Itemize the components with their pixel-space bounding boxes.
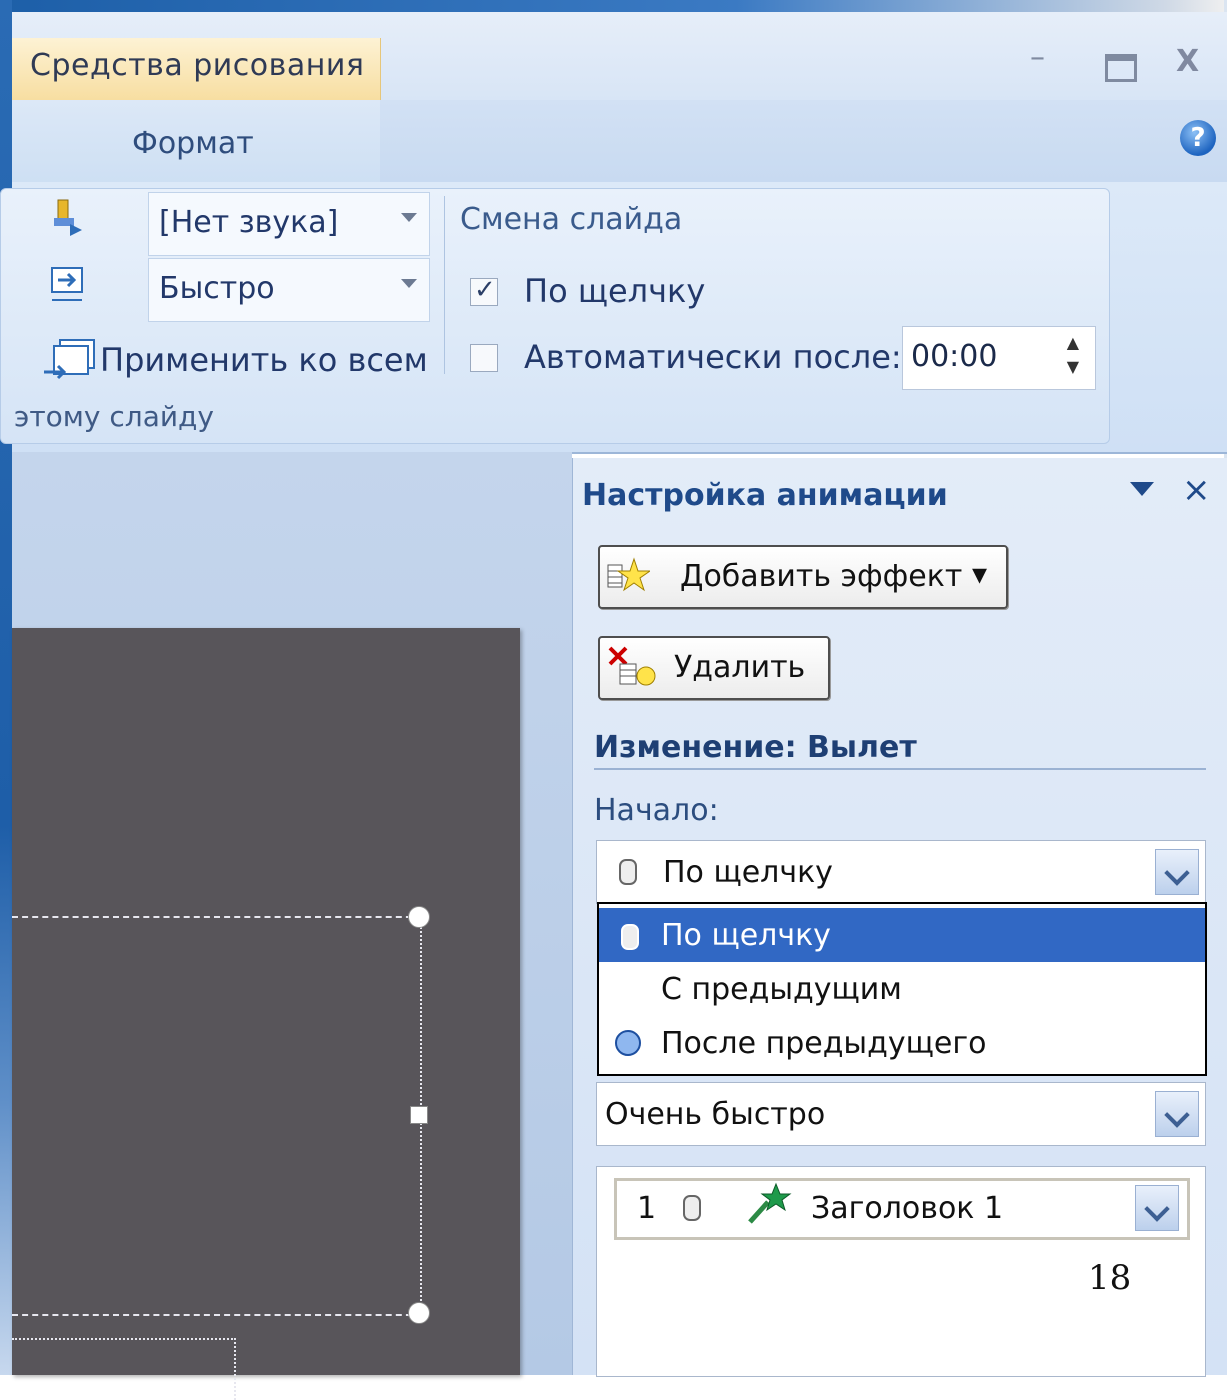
auto-after-label[interactable]: Автоматически после: xyxy=(524,338,902,376)
sound-value: [Нет звука] xyxy=(159,205,339,240)
speed-dropdown-value: Очень быстро xyxy=(605,1097,826,1132)
resize-handle[interactable] xyxy=(410,1106,428,1124)
list-item[interactable]: С предыдущим xyxy=(599,962,1205,1016)
option-label: С предыдущим xyxy=(661,972,902,1007)
start-dropdown[interactable]: По щелчку xyxy=(596,840,1206,904)
tab-format-label[interactable]: Формат xyxy=(132,126,254,161)
start-value: По щелчку xyxy=(663,855,833,890)
chevron-down-icon xyxy=(401,213,417,222)
auto-after-checkbox[interactable] xyxy=(470,344,498,372)
pane-title: Настройка анимации xyxy=(582,478,948,513)
start-options-list: По щелчку С предыдущим После предыдущего xyxy=(597,902,1207,1076)
group-label: этому слайду xyxy=(14,400,214,433)
help-icon[interactable]: ? xyxy=(1180,120,1216,156)
clock-icon xyxy=(615,1030,641,1056)
pane-menu-icon[interactable] xyxy=(1130,482,1154,496)
spin-down-icon[interactable]: ▼ xyxy=(1067,357,1079,376)
chevron-down-icon[interactable] xyxy=(1155,849,1199,895)
speed-value: Быстро xyxy=(159,271,275,306)
option-label: По щелчку xyxy=(661,918,831,953)
delete-label: Удалить xyxy=(674,650,806,685)
add-effect-button[interactable]: Добавить эффект ▾ xyxy=(598,545,1008,609)
speed-icon xyxy=(48,262,88,317)
speed-dropdown[interactable]: Очень быстро xyxy=(596,1082,1206,1146)
on-click-label[interactable]: По щелчку xyxy=(524,272,705,310)
chevron-down-icon xyxy=(401,279,417,288)
spin-up-icon[interactable]: ▲ xyxy=(1067,333,1079,352)
resize-handle[interactable] xyxy=(408,1302,430,1324)
context-tab-label: Средства рисования xyxy=(30,48,365,83)
resize-handle[interactable] xyxy=(408,906,430,928)
apply-all-icon xyxy=(40,336,100,388)
group-divider xyxy=(444,196,445,374)
star-icon xyxy=(606,555,652,603)
add-effect-label: Добавить эффект xyxy=(680,559,963,594)
sound-combo[interactable]: [Нет звука] xyxy=(148,192,430,256)
delete-button[interactable]: Удалить xyxy=(598,636,830,700)
apply-to-all-label: Применить ко всем xyxy=(100,341,428,379)
chevron-down-icon[interactable] xyxy=(1155,1091,1199,1137)
chevron-down-icon[interactable] xyxy=(1135,1185,1179,1231)
pane-close-icon[interactable]: × xyxy=(1182,470,1211,510)
close-button[interactable]: X xyxy=(1176,44,1199,79)
chevron-down-icon: ▾ xyxy=(972,557,988,592)
maximize-button[interactable] xyxy=(1105,54,1137,82)
auto-after-time-field[interactable]: 00:00 ▲ ▼ xyxy=(902,326,1096,390)
start-label: Начало: xyxy=(594,793,719,828)
mouse-icon xyxy=(619,859,637,885)
fly-in-effect-icon xyxy=(746,1182,792,1235)
table-row[interactable]: 1 Заголовок 1 xyxy=(614,1178,1190,1240)
mouse-icon xyxy=(683,1195,701,1221)
window-frame-top xyxy=(0,0,1227,12)
apply-to-all-button[interactable]: Применить ко всем xyxy=(40,336,428,388)
sequence-number: 1 xyxy=(637,1191,657,1226)
auto-after-time-value: 00:00 xyxy=(911,339,998,374)
sequence-name: Заголовок 1 xyxy=(811,1191,1004,1226)
minimize-button[interactable]: – xyxy=(1030,40,1045,75)
mouse-icon xyxy=(621,924,639,950)
list-item[interactable]: После предыдущего xyxy=(599,1016,1205,1070)
delete-icon xyxy=(606,644,658,698)
text-placeholder[interactable] xyxy=(12,1338,236,1400)
modify-section-title: Изменение: Вылет xyxy=(594,730,917,765)
section-divider xyxy=(594,768,1206,770)
on-click-checkbox[interactable] xyxy=(470,275,498,306)
slide-change-title: Смена слайда xyxy=(460,202,683,237)
list-item[interactable]: По щелчку xyxy=(599,908,1205,962)
selected-placeholder[interactable] xyxy=(12,916,422,1316)
sound-icon xyxy=(48,196,84,247)
page-number: 18 xyxy=(1088,1258,1132,1298)
option-label: После предыдущего xyxy=(661,1026,987,1061)
speed-combo[interactable]: Быстро xyxy=(148,258,430,322)
